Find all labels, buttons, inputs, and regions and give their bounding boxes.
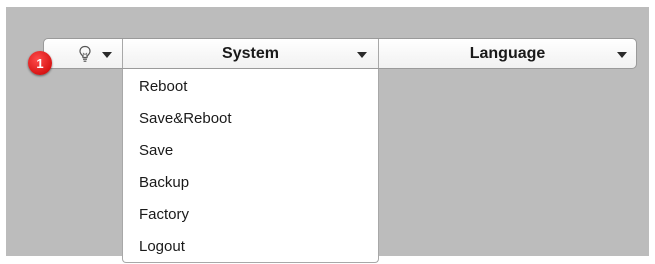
language-caret-down-icon <box>617 52 627 58</box>
notifications-button[interactable] <box>44 39 123 68</box>
system-menu-label: System <box>222 44 279 62</box>
language-menu-label: Language <box>469 44 546 62</box>
menu-item-reboot[interactable]: Reboot <box>123 71 378 103</box>
top-toolbar: System Language <box>43 38 637 69</box>
system-caret-down-icon <box>357 52 367 58</box>
system-menu-button[interactable]: System <box>123 39 379 68</box>
system-dropdown-menu: Reboot Save&Reboot Save Backup Factory L… <box>122 69 379 263</box>
menu-item-backup[interactable]: Backup <box>123 167 378 199</box>
menu-item-factory[interactable]: Factory <box>123 199 378 231</box>
menu-item-save[interactable]: Save <box>123 135 378 167</box>
lightbulb-icon <box>79 45 91 62</box>
language-menu-button[interactable]: Language <box>379 39 636 68</box>
notification-count-badge: 1 <box>28 51 52 75</box>
menu-item-save-reboot[interactable]: Save&Reboot <box>123 103 378 135</box>
menu-item-logout[interactable]: Logout <box>123 231 378 263</box>
notifications-caret-down-icon <box>102 52 112 58</box>
